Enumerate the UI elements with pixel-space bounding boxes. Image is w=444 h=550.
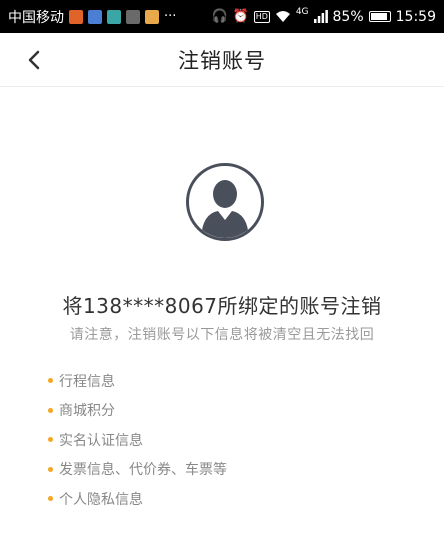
back-button[interactable] [18, 44, 50, 76]
bullet-dot-icon [48, 378, 53, 384]
bullet-dot-icon [48, 496, 53, 502]
app-notification-icon [126, 9, 140, 24]
list-item: 个人隐私信息 [48, 484, 227, 514]
status-bar: 中国移动 ··· 🎧 ⏰ HD 4G 85% 15:59 [0, 0, 444, 33]
headphone-icon: 🎧 [211, 8, 228, 24]
bullet-dot-icon [48, 407, 53, 413]
list-item: 行程信息 [48, 366, 227, 396]
status-bar-right: 🎧 ⏰ HD 4G 85% 15:59 [211, 6, 436, 25]
list-item: 发票信息、代价券、车票等 [48, 455, 227, 485]
battery-percent: 85% [332, 8, 364, 25]
chevron-left-icon [28, 50, 40, 70]
app-notification-icon [69, 9, 83, 24]
deregister-warning: 请注意，注销账号以下信息将被清空且无法找回 [69, 327, 375, 343]
battery-icon [368, 11, 391, 22]
app-notification-icon [88, 9, 102, 24]
page-title: 注销账号 [178, 48, 266, 73]
list-item-label: 个人隐私信息 [59, 491, 143, 508]
signal-icon [313, 10, 328, 23]
deregister-title: 将138****8067所绑定的账号注销 [62, 294, 382, 318]
list-item-label: 实名认证信息 [59, 432, 143, 449]
hd-icon: HD [253, 10, 270, 23]
list-item-label: 商城积分 [59, 403, 115, 420]
carrier-label: 中国移动 [8, 9, 64, 26]
bullet-dot-icon [48, 466, 53, 472]
cleared-info-list: 行程信息 商城积分 实名认证信息 发票信息、代价券、车票等 个人隐私信息 [48, 366, 227, 514]
clock: 15:59 [395, 8, 436, 25]
network-type-label: 4G [295, 6, 309, 17]
wifi-icon [275, 11, 290, 22]
list-item-label: 发票信息、代价券、车票等 [59, 462, 227, 479]
bullet-dot-icon [48, 437, 53, 443]
list-item: 商城积分 [48, 396, 227, 426]
list-item-label: 行程信息 [59, 373, 115, 390]
app-notification-icon [145, 9, 159, 24]
status-bar-left: 中国移动 ··· [8, 7, 176, 27]
list-item: 实名认证信息 [48, 425, 227, 455]
app-notification-icon [107, 9, 121, 24]
page-header: 注销账号 [0, 33, 444, 87]
more-notifications-icon: ··· [164, 8, 177, 24]
user-avatar-icon [186, 163, 264, 241]
alarm-icon: ⏰ [232, 8, 249, 24]
